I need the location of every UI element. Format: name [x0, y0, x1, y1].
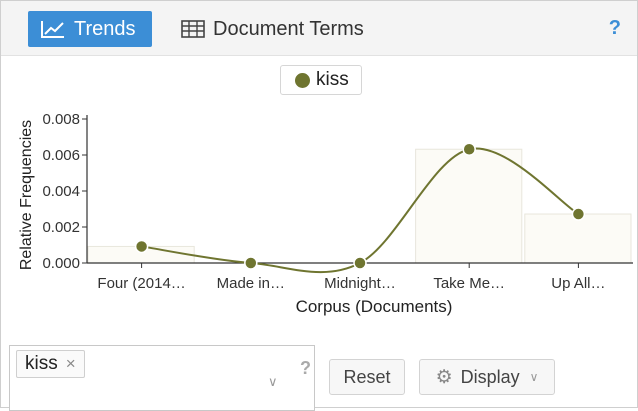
- chevron-down-icon[interactable]: ∨: [268, 374, 278, 390]
- trends-chart: 0.008 0.006 0.004 0.002 0.000 Four (2014… Made…: [18, 111, 633, 316]
- term-chip[interactable]: kiss ×: [16, 350, 85, 378]
- reset-button[interactable]: Reset: [329, 359, 405, 395]
- help-button[interactable]: ?: [609, 17, 621, 40]
- y-tick-label-4: 0.000: [42, 255, 80, 272]
- tab-trends[interactable]: Trends: [28, 11, 152, 47]
- y-tick-label-0: 0.008: [42, 111, 80, 128]
- display-label: Display: [460, 366, 520, 387]
- bar-4: [524, 213, 632, 264]
- x-tick-label-3: Take Me…: [433, 275, 505, 292]
- chevron-down-icon: ∨: [529, 370, 539, 384]
- tab-document-terms[interactable]: Document Terms: [169, 11, 376, 47]
- tab-document-terms-label: Document Terms: [213, 17, 364, 40]
- data-point-3: [462, 142, 476, 156]
- tab-trends-label: Trends: [74, 17, 136, 40]
- data-point-4: [571, 207, 586, 221]
- table-icon: [181, 20, 205, 38]
- term-chip-label: kiss: [25, 353, 58, 374]
- controls-area: kiss × ∨ ? Reset ⚙ Display ∨: [1, 341, 637, 411]
- term-select[interactable]: kiss × ∨ ?: [9, 345, 315, 411]
- gear-icon: ⚙: [435, 366, 453, 388]
- line-chart-icon: [41, 21, 64, 38]
- y-tick-label-3: 0.002: [42, 219, 80, 236]
- data-point-2: [353, 256, 367, 270]
- x-tick-label-4: Up All…: [551, 275, 605, 292]
- data-point-0: [134, 239, 149, 254]
- y-tick-label-1: 0.006: [42, 147, 80, 164]
- legend-swatch: [295, 72, 310, 88]
- y-tick-label-2: 0.004: [42, 183, 80, 200]
- y-axis-title: Relative Frequencies: [18, 120, 35, 270]
- x-tick-label-1: Made in…: [217, 275, 285, 292]
- term-help-icon[interactable]: ?: [300, 358, 311, 379]
- x-axis-title: Corpus (Documents): [296, 297, 453, 316]
- data-point-1: [244, 256, 258, 270]
- tab-bar: Trends Document Terms ?: [1, 1, 637, 56]
- x-tick-label-2: Midnight…: [324, 275, 396, 292]
- legend-item-kiss[interactable]: kiss: [280, 65, 362, 95]
- remove-term-icon[interactable]: ×: [66, 354, 76, 374]
- bar-3: [415, 148, 523, 264]
- display-button[interactable]: ⚙ Display ∨: [419, 359, 555, 395]
- x-tick-label-0: Four (2014…: [97, 275, 185, 292]
- reset-label: Reset: [343, 366, 391, 387]
- legend-label: kiss: [316, 69, 349, 90]
- trends-panel: Trends Document Terms ? kiss 0.008 0.006 0…: [0, 0, 638, 411]
